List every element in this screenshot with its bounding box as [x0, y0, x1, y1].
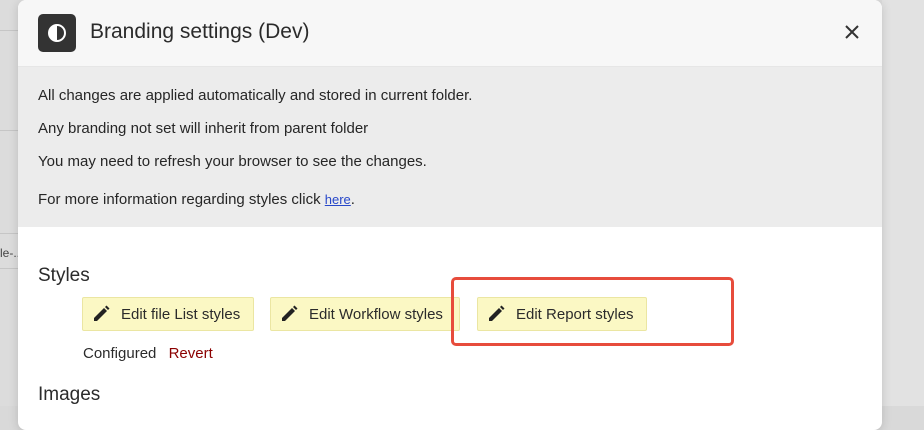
- close-icon: [845, 25, 859, 39]
- edit-workflow-styles-button[interactable]: Edit Workflow styles: [270, 297, 460, 331]
- styles-status-row: Configured Revert: [83, 345, 213, 362]
- revert-link[interactable]: Revert: [169, 345, 213, 362]
- edit-file-list-styles-button[interactable]: Edit file List styles: [82, 297, 254, 331]
- drop-icon: [38, 14, 76, 52]
- edit-file-list-styles-label: Edit file List styles: [121, 305, 241, 323]
- pencil-icon: [282, 305, 298, 321]
- edit-workflow-styles-label: Edit Workflow styles: [309, 305, 443, 323]
- dialog-header: Branding settings (Dev): [18, 0, 882, 67]
- branding-settings-dialog: Branding settings (Dev) All changes are …: [18, 0, 882, 430]
- close-button[interactable]: [840, 20, 864, 44]
- edit-report-styles-label: Edit Report styles: [516, 305, 634, 323]
- here-link[interactable]: here: [325, 192, 351, 207]
- dialog-title: Branding settings (Dev): [90, 20, 310, 43]
- info-line-more: For more information regarding styles cl…: [38, 191, 355, 208]
- info-line-inherit: Any branding not set will inherit from p…: [38, 120, 369, 137]
- pencil-icon: [489, 305, 505, 321]
- edit-report-styles-button[interactable]: Edit Report styles: [477, 297, 647, 331]
- more-info-suffix: .: [350, 191, 355, 208]
- background-text-snippet: le-..: [0, 246, 21, 260]
- info-panel: All changes are applied automatically an…: [18, 67, 882, 227]
- styles-section-title: Styles: [38, 265, 90, 286]
- configured-status: Configured: [83, 345, 157, 362]
- background-right-panel: [882, 0, 924, 406]
- more-info-text: For more information regarding styles cl…: [38, 191, 325, 208]
- images-section-title: Images: [38, 384, 101, 405]
- info-line-auto-save: All changes are applied automatically an…: [38, 87, 473, 104]
- pencil-icon: [94, 305, 110, 321]
- info-line-refresh: You may need to refresh your browser to …: [38, 153, 427, 170]
